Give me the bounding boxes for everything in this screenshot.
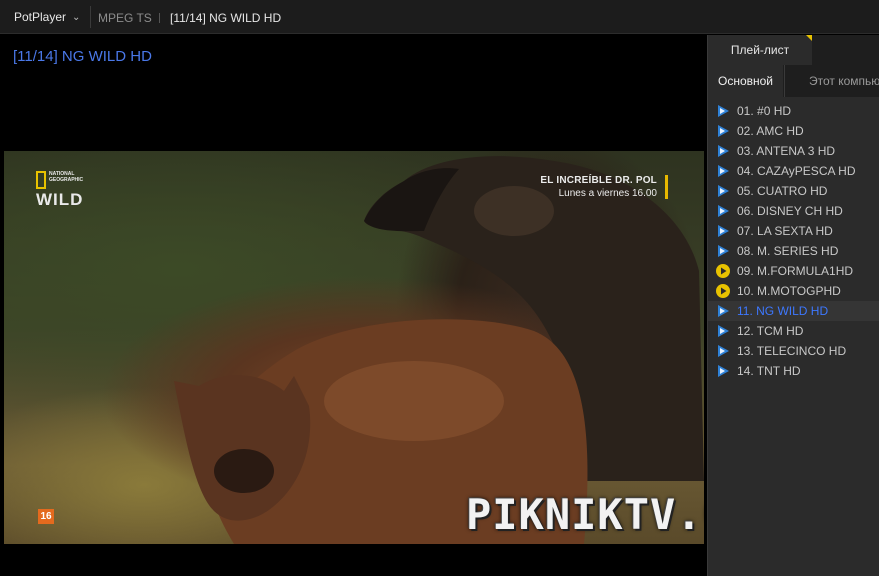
play-circle-icon [716, 284, 730, 298]
playlist-item-label: 12. TCM HD [737, 324, 804, 338]
play-triangle-icon [718, 245, 729, 257]
promo-title: EL INCREÍBLE DR. POL [540, 175, 657, 186]
app-name: PotPlayer [14, 10, 67, 24]
play-triangle-icon [718, 145, 729, 157]
play-triangle-icon [718, 345, 729, 357]
playlist-item[interactable]: 02. AMC HD [708, 121, 879, 141]
tab-corner-marker [806, 35, 812, 41]
playlist-item-label: 11. NG WILD HD [737, 304, 829, 318]
tab-playlist[interactable]: Плей-лист [708, 35, 812, 65]
playlist-item[interactable]: 09. M.FORMULA1HD [708, 261, 879, 281]
play-triangle-icon [718, 325, 729, 337]
video-area[interactable]: [11/14] NG WILD HD NATIONAL GEOGRAPHIC W… [0, 35, 707, 576]
playlist-item[interactable]: 07. LA SEXTA HD [708, 221, 879, 241]
playlist-item[interactable]: 03. ANTENA 3 HD [708, 141, 879, 161]
playlist-item-label: 08. M. SERIES HD [737, 244, 839, 258]
playlist-item-label: 04. CAZAyPESCA HD [737, 164, 856, 178]
title-bar: PotPlayer ⌄ MPEG TS [11/14] NG WILD HD [0, 0, 879, 34]
age-rating-badge: 16 [38, 509, 54, 524]
playlist-item-label: 13. TELECINCO HD [737, 344, 847, 358]
divider [90, 6, 91, 28]
playlist-item[interactable]: 05. CUATRO HD [708, 181, 879, 201]
natgeo-frame-icon [36, 171, 46, 189]
playlist-item[interactable]: 10. M.MOTOGPHD [708, 281, 879, 301]
playlist-item[interactable]: 04. CAZAyPESCA HD [708, 161, 879, 181]
subtab-this-computer[interactable]: Этот компьютер [784, 65, 879, 97]
watermark: PIKNIKTV.COM [466, 490, 704, 539]
play-triangle-icon [718, 105, 729, 117]
playlist-item-label: 07. LA SEXTA HD [737, 224, 833, 238]
playlist-panel: Плей-лист Основной Этот компьютер 01. #0… [707, 35, 879, 576]
playlist-item-label: 14. TNT HD [737, 364, 801, 378]
playlist-item-label: 02. AMC HD [737, 124, 804, 138]
promo-overlay: EL INCREÍBLE DR. POL Lunes a viernes 16.… [540, 175, 668, 199]
play-circle-icon [716, 264, 730, 278]
channel-logo: NATIONAL GEOGRAPHIC WILD [36, 171, 83, 210]
window-title: [11/14] NG WILD HD [170, 11, 282, 25]
playlist-list: 01. #0 HD 02. AMC HD 03. ANTENA 3 HD 04. CA… [708, 101, 879, 381]
playlist-item[interactable]: 12. TCM HD [708, 321, 879, 341]
play-triangle-icon [718, 365, 729, 377]
tab-strip-background [812, 35, 879, 65]
playlist-item-label: 06. DISNEY CH HD [737, 204, 843, 218]
playlist-item-label: 03. ANTENA 3 HD [737, 144, 836, 158]
video-frame[interactable]: NATIONAL GEOGRAPHIC WILD EL INCREÍBLE DR… [4, 151, 704, 544]
playlist-item[interactable]: 06. DISNEY CH HD [708, 201, 879, 221]
play-triangle-icon [718, 205, 729, 217]
divider [159, 13, 160, 23]
playlist-item-label: 10. M.MOTOGPHD [737, 284, 841, 298]
osd-title: [11/14] NG WILD HD [13, 48, 152, 65]
logo-small-text: NATIONAL GEOGRAPHIC [49, 171, 84, 183]
play-triangle-icon [718, 305, 729, 317]
playlist-item[interactable]: 08. M. SERIES HD [708, 241, 879, 261]
playlist-item-label: 01. #0 HD [737, 104, 792, 118]
subtab-main[interactable]: Основной [708, 65, 783, 97]
play-triangle-icon [718, 125, 729, 137]
play-triangle-icon [718, 185, 729, 197]
chevron-down-icon: ⌄ [72, 11, 81, 23]
play-triangle-icon [718, 165, 729, 177]
app-menu-button[interactable]: PotPlayer ⌄ [6, 4, 90, 30]
playlist-item[interactable]: 01. #0 HD [708, 101, 879, 121]
promo-schedule: Lunes a viernes 16.00 [558, 188, 657, 199]
playlist-item[interactable]: 14. TNT HD [708, 361, 879, 381]
play-triangle-icon [718, 225, 729, 237]
format-label: MPEG TS [98, 11, 152, 25]
playlist-item[interactable]: 13. TELECINCO HD [708, 341, 879, 361]
playlist-item[interactable]: 11. NG WILD HD [708, 301, 879, 321]
playlist-subtabs: Основной Этот компьютер [708, 65, 879, 97]
playlist-item-label: 09. M.FORMULA1HD [737, 264, 854, 278]
logo-big-text: WILD [36, 190, 84, 209]
playlist-item-label: 05. CUATRO HD [737, 184, 828, 198]
